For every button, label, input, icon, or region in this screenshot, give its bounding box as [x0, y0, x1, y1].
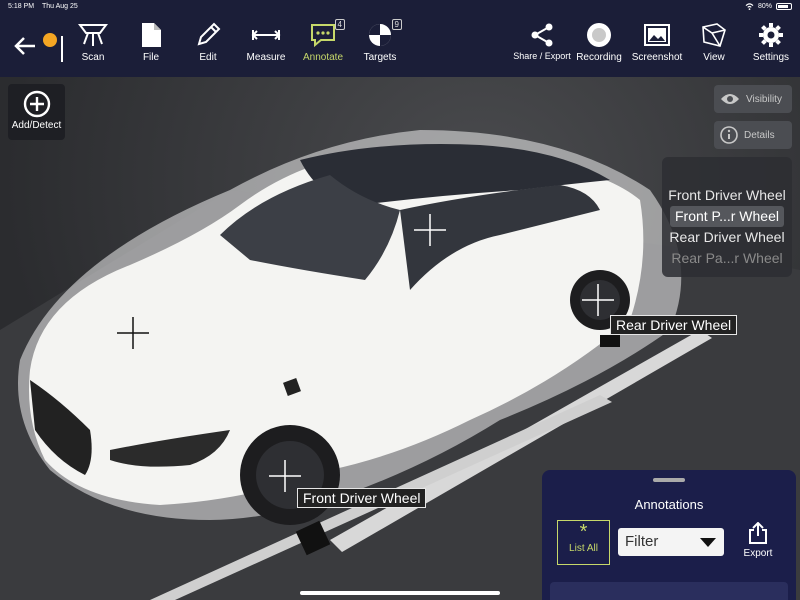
scene-tag-front-driver-wheel[interactable]: Front Driver Wheel [297, 488, 427, 508]
view-button[interactable]: View [684, 22, 744, 63]
home-indicator[interactable] [300, 591, 500, 595]
gear-icon [759, 23, 783, 47]
export-label: Export [743, 548, 773, 559]
measure-icon [251, 30, 281, 40]
measure-button[interactable]: Measure [236, 22, 296, 63]
measure-label: Measure [246, 52, 286, 63]
calibration-target [600, 335, 620, 347]
toolbar: Scan File Edit Measure 4 Annotate 9 Targ… [0, 14, 800, 77]
file-icon [142, 23, 161, 47]
pencil-icon [197, 22, 221, 46]
annotate-icon [311, 24, 335, 48]
add-circle-icon [23, 90, 50, 118]
targets-button[interactable]: 9 Targets [350, 19, 410, 63]
annotations-list-area [550, 582, 788, 600]
screenshot-label: Screenshot [631, 52, 683, 63]
details-button[interactable]: Details [714, 121, 792, 149]
share-icon [531, 23, 553, 47]
list-all-button[interactable]: * List All [557, 520, 610, 565]
file-label: File [142, 52, 160, 63]
wifi-icon [745, 3, 754, 10]
visibility-label: Visibility [746, 93, 782, 105]
annotation-picker-item[interactable]: Front Driver Wheel [662, 185, 792, 206]
share-export-label: Share / Export [513, 51, 571, 61]
export-icon [749, 522, 767, 544]
scan-label: Scan [81, 52, 105, 63]
annotations-title: Annotations [634, 497, 704, 512]
edit-label: Edit [199, 52, 217, 63]
back-arrow-icon [14, 37, 35, 55]
add-detect-label: Add/Detect [11, 120, 62, 131]
add-detect-button[interactable]: Add/Detect [8, 84, 65, 140]
list-all-label: List All [569, 543, 598, 554]
info-icon [720, 126, 738, 144]
eye-icon [721, 94, 739, 104]
edit-button[interactable]: Edit [178, 22, 238, 63]
annotate-count-badge: 4 [334, 19, 345, 30]
details-label: Details [744, 129, 775, 141]
file-button[interactable]: File [121, 22, 181, 63]
scene-tag-rear-driver-wheel[interactable]: Rear Driver Wheel [610, 315, 738, 335]
targets-label: Targets [363, 52, 397, 63]
chevron-down-icon [700, 538, 716, 547]
visibility-button[interactable]: Visibility [714, 85, 792, 113]
annotation-picker-item[interactable]: Rear Pa...r Wheel [662, 248, 792, 269]
battery-icon [776, 3, 792, 10]
annotation-picker-item[interactable]: Rear Driver Wheel [662, 227, 792, 248]
annotate-button[interactable]: 4 Annotate [293, 19, 353, 63]
filter-value: Filter [625, 533, 659, 550]
cube-icon [702, 23, 726, 47]
targets-count-badge: 9 [391, 19, 402, 30]
export-button[interactable]: Export [740, 522, 776, 559]
status-right: 80% [745, 3, 792, 10]
share-export-button[interactable]: Share / Export [512, 22, 572, 61]
view-label: View [703, 52, 725, 63]
annotations-panel: Annotations * List All Filter Export [542, 470, 796, 600]
screenshot-icon [644, 24, 670, 46]
status-time: 5:18 PM [8, 3, 35, 10]
annotation-picker[interactable]: Front Driver Wheel Front P...r Wheel Rea… [662, 157, 792, 277]
settings-label: Settings [752, 52, 790, 63]
annotate-label: Annotate [302, 52, 344, 63]
status-date: Thu Aug 25 [42, 3, 78, 10]
notification-dot [43, 33, 57, 47]
panel-drag-handle[interactable] [653, 478, 685, 482]
filter-dropdown[interactable]: Filter [618, 528, 724, 556]
recording-button[interactable]: Recording [569, 22, 629, 63]
status-bar: 5:18 PM Thu Aug 25 80% [0, 0, 800, 14]
settings-button[interactable]: Settings [741, 22, 800, 63]
target-icon [369, 24, 391, 46]
record-icon [587, 23, 611, 47]
annotation-picker-item-selected[interactable]: Front P...r Wheel [670, 206, 784, 227]
screenshot-button[interactable]: Screenshot [627, 22, 687, 63]
back-button[interactable] [14, 36, 36, 61]
battery-percent: 80% [757, 3, 772, 10]
scan-icon [78, 24, 108, 46]
scan-button[interactable]: Scan [63, 22, 123, 63]
star-icon: * [579, 521, 588, 543]
recording-label: Recording [576, 52, 622, 63]
